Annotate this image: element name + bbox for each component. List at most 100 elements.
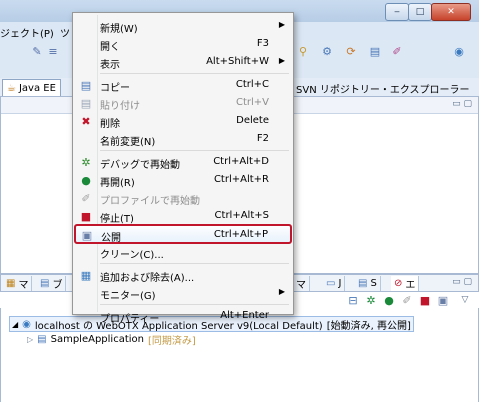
module-icon: ▤ bbox=[37, 333, 47, 345]
menu-item-label: クリーン(C)... bbox=[100, 250, 164, 261]
tab-servers-m[interactable]: マ bbox=[293, 276, 310, 291]
svn-explorer-perspective[interactable]: SVN リポジトリー・エクスプローラー bbox=[296, 81, 470, 96]
submenu-arrow-icon: ▶ bbox=[278, 56, 285, 65]
menu-item[interactable]: 表示 Alt+Shift+W ▶ bbox=[75, 53, 291, 71]
menu-item[interactable]: ▦ 追加および除去(A)... bbox=[75, 266, 291, 285]
menu-item-label: 公開 bbox=[101, 233, 121, 244]
profile-icon[interactable]: ✐ bbox=[400, 293, 414, 307]
menu-item[interactable]: ✖ 削除 Delete bbox=[75, 112, 291, 131]
module-name: SampleApplication bbox=[50, 333, 144, 345]
tab-properties[interactable]: ▤ ブ bbox=[37, 276, 67, 291]
menu-tools[interactable]: ツ bbox=[60, 25, 70, 40]
tab-markers[interactable]: ▦ マ bbox=[3, 276, 33, 291]
menu-item-shortcut: Ctrl+Alt+D bbox=[213, 156, 269, 167]
maximize-button[interactable]: □ bbox=[408, 3, 432, 21]
paste-icon: ▤ bbox=[80, 96, 92, 110]
minimize-button[interactable]: ‒ bbox=[385, 3, 409, 21]
menu-separator bbox=[100, 73, 289, 74]
publish-icon[interactable]: ▣ bbox=[436, 293, 450, 307]
submenu-arrow-icon: ▶ bbox=[278, 287, 285, 296]
menu-item-label: 貼り付け bbox=[100, 101, 140, 112]
menu-item-shortcut: F2 bbox=[256, 133, 269, 144]
menu-item-shortcut: Ctrl+C bbox=[235, 79, 269, 90]
module-row[interactable]: ▷ ▤ SampleApplication [同期済み] bbox=[27, 332, 196, 347]
menu-item-label: 再開(R) bbox=[100, 178, 135, 189]
properties-icon: ▤ bbox=[40, 278, 50, 289]
collapse-icon[interactable]: ⊟ bbox=[346, 293, 360, 307]
menu-item-label: デバッグで再始動 bbox=[100, 160, 180, 171]
publish-icon: ▣ bbox=[81, 228, 93, 242]
menu-item[interactable]: ● 再開(R) Ctrl+Alt+R bbox=[75, 171, 291, 190]
debug-icon[interactable]: ✲ bbox=[364, 293, 378, 307]
module-state: [同期済み] bbox=[147, 335, 196, 347]
bottom-view-controls[interactable]: ▭ ▢ bbox=[452, 277, 472, 287]
list-icon[interactable]: ≡ bbox=[46, 44, 60, 58]
menu-item-shortcut: Ctrl+V bbox=[235, 97, 269, 108]
close-button[interactable]: ✕ bbox=[431, 3, 471, 21]
tab-label: S bbox=[370, 278, 377, 289]
search-icon[interactable]: ⚲ bbox=[296, 44, 310, 58]
tab-label: マ bbox=[296, 280, 306, 291]
menu-item: ✐ プロファイルで再始動 bbox=[75, 189, 291, 208]
tab-label: J bbox=[338, 278, 342, 289]
menu-item[interactable]: クリーン(C)... bbox=[75, 243, 291, 261]
debug-icon: ✲ bbox=[81, 155, 91, 169]
menu-item[interactable]: プロパティー Alt+Enter bbox=[75, 307, 291, 325]
menu-item[interactable]: ▣ 公開 Ctrl+Alt+P bbox=[74, 224, 292, 244]
menu-item-shortcut: F3 bbox=[256, 38, 269, 49]
menu-item-shortcut: Ctrl+Alt+S bbox=[214, 210, 269, 221]
globe-icon[interactable]: ◉ bbox=[452, 44, 466, 58]
server-icon: ◉ bbox=[22, 318, 31, 330]
menu-item[interactable]: ■ 停止(T) Ctrl+Alt+S bbox=[75, 207, 291, 226]
menu-separator bbox=[100, 263, 289, 264]
stop-icon: ■ bbox=[80, 209, 92, 223]
profile-icon: ✐ bbox=[81, 191, 91, 205]
menu-item-label: 追加および除去(A)... bbox=[100, 273, 195, 284]
menu-item-shortcut: Delete bbox=[236, 115, 269, 126]
menu-project[interactable]: ジェクト(P) bbox=[0, 25, 54, 40]
menu-item[interactable]: 新規(W) ▶ bbox=[75, 17, 291, 35]
menu-item-label: 停止(T) bbox=[100, 214, 134, 225]
tab-label: マ bbox=[18, 280, 29, 291]
add-remove-icon: ▦ bbox=[80, 268, 92, 282]
menu-item: ▤ 貼り付け Ctrl+V bbox=[75, 94, 291, 113]
menu-item-label: 開く bbox=[100, 42, 120, 53]
stop-icon[interactable]: ■ bbox=[418, 293, 432, 307]
menu-item-label: 表示 bbox=[100, 60, 120, 71]
window-controls: ‒ □ ✕ bbox=[385, 3, 471, 21]
pen-icon[interactable]: ✐ bbox=[390, 44, 404, 58]
tab-errors[interactable]: ⊘ エ bbox=[391, 276, 420, 291]
delete-icon: ✖ bbox=[81, 114, 91, 128]
markers-icon: ▦ bbox=[6, 278, 16, 289]
menu-item[interactable]: モニター(G) ▶ bbox=[75, 284, 291, 302]
menu-item-shortcut: Ctrl+Alt+P bbox=[213, 229, 268, 240]
top-view-controls[interactable]: ▭ ▢ bbox=[452, 99, 472, 109]
view-menu-icon[interactable]: ▽ bbox=[458, 293, 472, 307]
copy-icon: ▤ bbox=[80, 78, 92, 92]
menu-item-label: プロパティー bbox=[100, 314, 160, 325]
menu-item[interactable]: 開く F3 bbox=[75, 35, 291, 53]
errors-icon: ⊘ bbox=[394, 278, 403, 289]
collapse-arrow-icon[interactable]: ◢ bbox=[12, 320, 18, 329]
tab-snippets[interactable]: ▤ S bbox=[355, 276, 381, 291]
javadoc-icon: ▭ bbox=[326, 278, 336, 289]
context-menu: 新規(W) ▶ 開く F3 表示 Alt+Shift+W ▶ ▤ コピー Ctrl+C ▤ 貼り付け C… bbox=[72, 12, 294, 325]
menu-item[interactable]: 名前変更(N) F2 bbox=[75, 130, 291, 148]
menu-item-label: 新規(W) bbox=[100, 24, 138, 35]
expand-arrow-icon[interactable]: ▷ bbox=[27, 335, 33, 344]
tab-label: ブ bbox=[52, 280, 63, 291]
menu-item[interactable]: ▤ コピー Ctrl+C bbox=[75, 76, 291, 95]
folder-icon[interactable]: ▤ bbox=[368, 44, 382, 58]
menu-item-label: コピー bbox=[100, 83, 130, 94]
snippets-icon: ▤ bbox=[358, 278, 368, 289]
tab-label: エ bbox=[405, 280, 416, 291]
java-ee-perspective-tab[interactable]: ☕ Java EE bbox=[2, 79, 61, 97]
refresh-icon[interactable]: ⟳ bbox=[344, 44, 358, 58]
run-icon: ● bbox=[81, 173, 91, 187]
menu-separator bbox=[100, 150, 289, 151]
menu-item[interactable]: ✲ デバッグで再始動 Ctrl+Alt+D bbox=[75, 153, 291, 172]
tab-javadoc[interactable]: ▭ J bbox=[323, 276, 346, 291]
start-icon[interactable]: ● bbox=[382, 293, 396, 307]
tool-icon[interactable]: ⚙ bbox=[320, 44, 334, 58]
edit-icon[interactable]: ✎ bbox=[30, 44, 44, 58]
